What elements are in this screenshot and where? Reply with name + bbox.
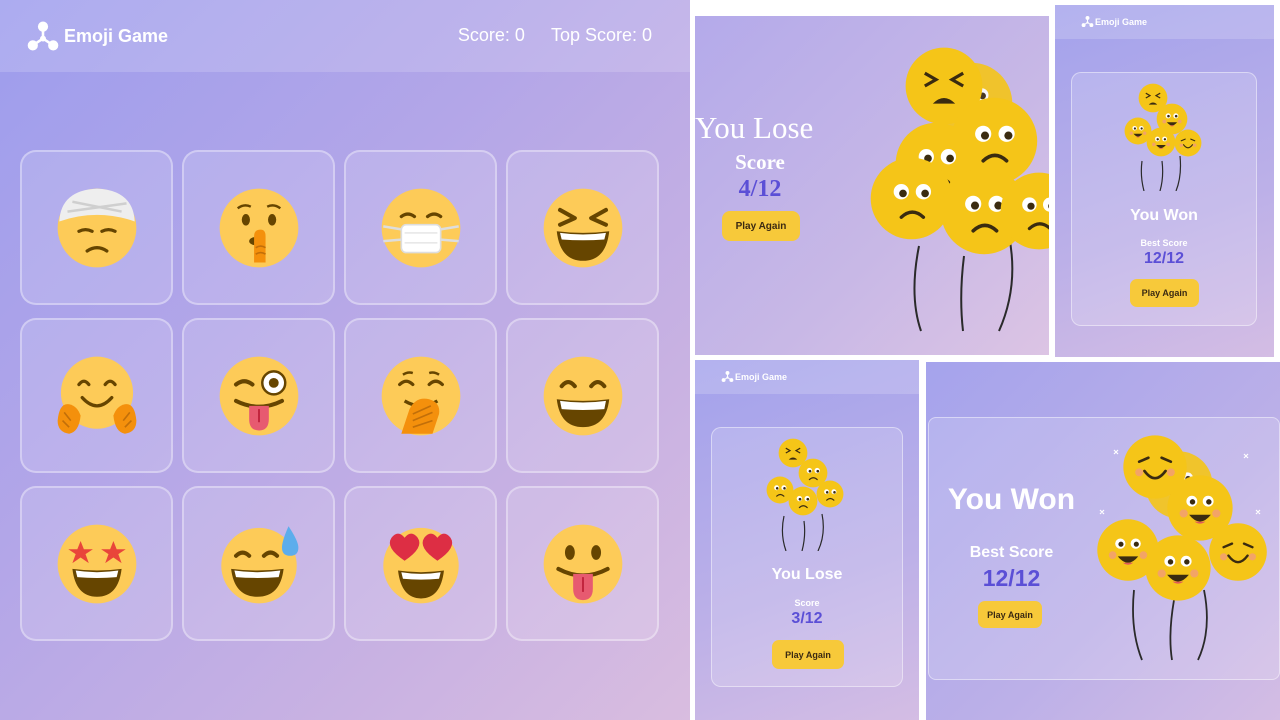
current-score: Score: 0 bbox=[457, 25, 525, 45]
logo-icon bbox=[1081, 15, 1094, 28]
score-value: 3/12 bbox=[791, 610, 823, 627]
mini-navbar: Emoji Game bbox=[1055, 5, 1274, 39]
brand-name: Emoji Game bbox=[1095, 16, 1148, 27]
score-label: Score bbox=[735, 150, 785, 174]
brand[interactable]: Emoji Game bbox=[1081, 15, 1147, 28]
navbar: Emoji Game Score: 0 Top Score: 0 bbox=[0, 0, 690, 72]
emoji-card[interactable] bbox=[506, 150, 659, 305]
happy-balloons-illustration bbox=[1124, 83, 1202, 191]
brand-name: Emoji Game bbox=[735, 371, 788, 382]
emoji-card[interactable] bbox=[20, 318, 173, 473]
emoji-card[interactable] bbox=[20, 486, 173, 641]
play-again-button[interactable]: Play Again bbox=[1130, 279, 1199, 307]
won-result-small: Emoji Game You Won Best Score 12/12 Play… bbox=[1055, 5, 1274, 357]
play-again-button[interactable]: Play Again bbox=[772, 640, 844, 669]
score-value: 4/12 bbox=[738, 176, 782, 202]
grinning-face-with-sweat-icon bbox=[220, 525, 298, 603]
face-with-hand-over-mouth-icon bbox=[381, 356, 460, 435]
score-area: Score: 0 Top Score: 0 bbox=[458, 25, 652, 46]
brand[interactable]: Emoji Game bbox=[721, 370, 787, 383]
emoji-card[interactable] bbox=[182, 486, 335, 641]
brand[interactable]: Emoji Game bbox=[26, 19, 168, 53]
result-card: You Won Best Score 12/12 Play Again bbox=[1071, 72, 1257, 326]
face-with-head-bandage-icon bbox=[57, 188, 136, 267]
lose-result-small: Emoji Game You Lose Score 3/12 Play Agai… bbox=[695, 360, 919, 720]
emoji-card[interactable] bbox=[182, 150, 335, 305]
face-with-tongue-icon bbox=[543, 524, 622, 603]
grinning-squinting-face-icon bbox=[543, 188, 622, 267]
result-title: You Lose bbox=[771, 566, 843, 583]
top-score: Top Score: 0 bbox=[550, 25, 652, 45]
lose-result-large: You Lose Score 4/12 Play Again bbox=[695, 5, 1049, 355]
emoji-grid bbox=[20, 150, 659, 642]
result-title: You Won bbox=[1130, 207, 1198, 224]
star-struck-icon bbox=[57, 524, 136, 603]
emoji-card[interactable] bbox=[20, 150, 173, 305]
sad-balloons-illustration bbox=[766, 438, 844, 551]
emoji-card[interactable] bbox=[506, 486, 659, 641]
best-score-value: 12/12 bbox=[1143, 250, 1185, 267]
face-with-medical-mask-icon bbox=[381, 188, 460, 267]
result-card: You Lose Score 3/12 Play Again bbox=[711, 427, 903, 687]
best-score-value: 12/12 bbox=[982, 565, 1041, 591]
smiling-face-with-heart-eyes-icon bbox=[382, 527, 459, 603]
emoji-card[interactable] bbox=[344, 486, 497, 641]
logo-icon bbox=[721, 370, 734, 383]
winking-face-with-tongue-icon bbox=[219, 356, 298, 435]
won-result-large: You Won Best Score 12/12 Play Again bbox=[926, 362, 1280, 720]
emoji-card[interactable] bbox=[182, 318, 335, 473]
hugging-face-icon bbox=[57, 356, 136, 434]
happy-balloons-illustration bbox=[1097, 434, 1268, 661]
game-panel: Emoji Game Score: 0 Top Score: 0 bbox=[0, 0, 690, 720]
best-score-label: Best Score bbox=[969, 544, 1054, 561]
emoji-card[interactable] bbox=[344, 318, 497, 473]
result-title: You Lose bbox=[695, 110, 814, 145]
sad-balloons-illustration bbox=[869, 46, 1049, 332]
shushing-face-icon bbox=[219, 188, 298, 267]
emoji-card[interactable] bbox=[506, 318, 659, 473]
best-score-label: Best Score bbox=[1140, 238, 1188, 248]
result-title: You Won bbox=[947, 483, 1076, 516]
score-label: Score bbox=[794, 598, 820, 608]
play-again-button[interactable]: Play Again bbox=[978, 601, 1042, 628]
logo-icon bbox=[26, 19, 60, 53]
emoji-card[interactable] bbox=[344, 150, 497, 305]
play-again-button[interactable]: Play Again bbox=[722, 211, 800, 241]
beaming-face-icon bbox=[543, 356, 622, 435]
mini-navbar: Emoji Game bbox=[695, 360, 919, 394]
brand-name: Emoji Game bbox=[64, 25, 169, 46]
